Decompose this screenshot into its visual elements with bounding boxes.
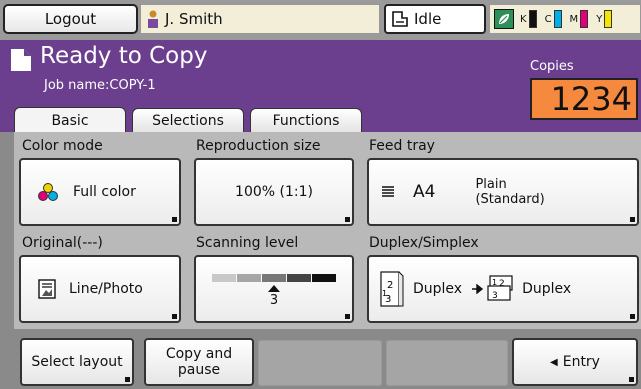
copies-count[interactable]: 1234	[530, 78, 638, 120]
caret-left-icon: ◀	[550, 356, 558, 368]
feed-tray-label: Feed tray	[369, 138, 435, 154]
empty-slot	[386, 340, 508, 386]
ink-y-bar	[604, 10, 613, 28]
color-mode-label: Color mode	[22, 138, 103, 154]
tile-corner-marker	[172, 314, 177, 319]
ink-k-bar	[528, 10, 537, 28]
tile-corner-marker	[172, 217, 177, 222]
empty-slot	[258, 340, 382, 386]
feed-tray-paper-type: Plain (Standard)	[475, 177, 544, 207]
ink-m: M	[570, 10, 589, 28]
user-icon	[148, 10, 158, 28]
copy-pause-line1: Copy and	[165, 346, 233, 362]
ink-k: K	[520, 10, 537, 28]
select-layout-button[interactable]: Select layout	[20, 338, 134, 386]
status-bar: Logout J. Smith Idle K C M Y	[0, 0, 641, 40]
duplex-simplex-button[interactable]: 2 3 1 Duplex 2 3 1 Duplex	[367, 255, 639, 323]
button-corner-marker	[629, 377, 634, 382]
copy-pause-line2: pause	[177, 362, 221, 378]
line-photo-icon	[38, 279, 56, 299]
reproduction-size-button[interactable]: 100% (1:1)	[194, 158, 354, 226]
color-mode-value: Full color	[73, 184, 136, 200]
svg-text:1: 1	[382, 289, 387, 298]
page-title: Ready to Copy	[40, 43, 208, 69]
tile-corner-marker	[630, 217, 635, 222]
feed-tray-size: A4	[413, 182, 436, 202]
svg-text:3: 3	[492, 291, 498, 301]
duplex-to-value: Duplex	[522, 281, 572, 297]
scanning-level-label: Scanning level	[196, 235, 299, 251]
tile-corner-marker	[345, 314, 350, 319]
ink-c: C	[545, 10, 562, 28]
svg-text:2: 2	[387, 280, 393, 291]
color-mode-button[interactable]: Full color	[19, 158, 181, 226]
select-layout-label: Select layout	[31, 354, 123, 370]
copy-and-pause-button[interactable]: Copy and pause	[144, 338, 254, 386]
ink-m-bar	[580, 10, 589, 28]
reproduction-size-value: 100% (1:1)	[235, 184, 313, 200]
feed-tray-button[interactable]: A4 Plain (Standard)	[367, 158, 639, 226]
ink-k-label: K	[520, 13, 527, 25]
original-type-value: Line/Photo	[69, 281, 143, 297]
svg-text:2: 2	[499, 279, 505, 289]
button-corner-marker	[125, 377, 130, 382]
color-dots-icon	[38, 183, 58, 201]
duplex-simplex-label: Duplex/Simplex	[369, 235, 479, 251]
status-text: Idle	[414, 10, 442, 28]
tab-selections[interactable]: Selections	[132, 108, 244, 132]
tile-corner-marker	[630, 314, 635, 319]
ink-c-bar	[553, 10, 562, 28]
user-name: J. Smith	[165, 10, 223, 28]
tab-basic-label: Basic	[51, 112, 89, 129]
ink-m-label: M	[569, 13, 579, 25]
original-label: Original(---)	[22, 235, 103, 251]
eco-leaf-icon	[494, 9, 514, 29]
ink-c-label: C	[544, 13, 552, 25]
ink-levels[interactable]: K C M Y	[489, 4, 641, 34]
paper-type-line1: Plain	[475, 177, 507, 192]
tab-functions[interactable]: Functions	[250, 108, 362, 132]
paper-type-line2: (Standard)	[475, 192, 545, 207]
ink-y-label: Y	[596, 13, 603, 25]
copies-label: Copies	[530, 59, 574, 74]
scanning-level-scale	[212, 273, 336, 292]
document-icon	[11, 49, 31, 71]
arrow-right-icon	[472, 284, 484, 294]
reproduction-size-label: Reproduction size	[196, 138, 321, 154]
scanning-level-value: 3	[269, 292, 279, 308]
user-display: J. Smith	[140, 4, 380, 34]
scanning-level-button[interactable]: 3	[194, 255, 354, 323]
duplex-original-icon: 2 3 1	[380, 271, 404, 307]
original-type-button[interactable]: Line/Photo	[19, 255, 181, 323]
entry-label: Entry	[562, 354, 600, 370]
tab-selections-label: Selections	[152, 112, 224, 129]
bottom-action-bar: Select layout Copy and pause ◀ Entry	[0, 335, 641, 389]
entry-button[interactable]: ◀ Entry	[512, 338, 638, 386]
duplex-output-icon: 2 3 1	[487, 275, 513, 301]
logout-label: Logout	[44, 10, 97, 28]
machine-status[interactable]: Idle	[384, 4, 486, 34]
paper-stack-icon	[382, 186, 394, 197]
ink-y: Y	[596, 10, 613, 28]
tab-functions-label: Functions	[272, 112, 340, 129]
svg-text:1: 1	[492, 278, 497, 287]
job-name: Job name:COPY-1	[44, 78, 156, 93]
logout-button[interactable]: Logout	[3, 4, 138, 34]
duplex-from-value: Duplex	[413, 281, 463, 297]
tile-corner-marker	[345, 217, 350, 222]
tab-basic[interactable]: Basic	[14, 107, 126, 133]
printer-icon	[392, 11, 408, 27]
